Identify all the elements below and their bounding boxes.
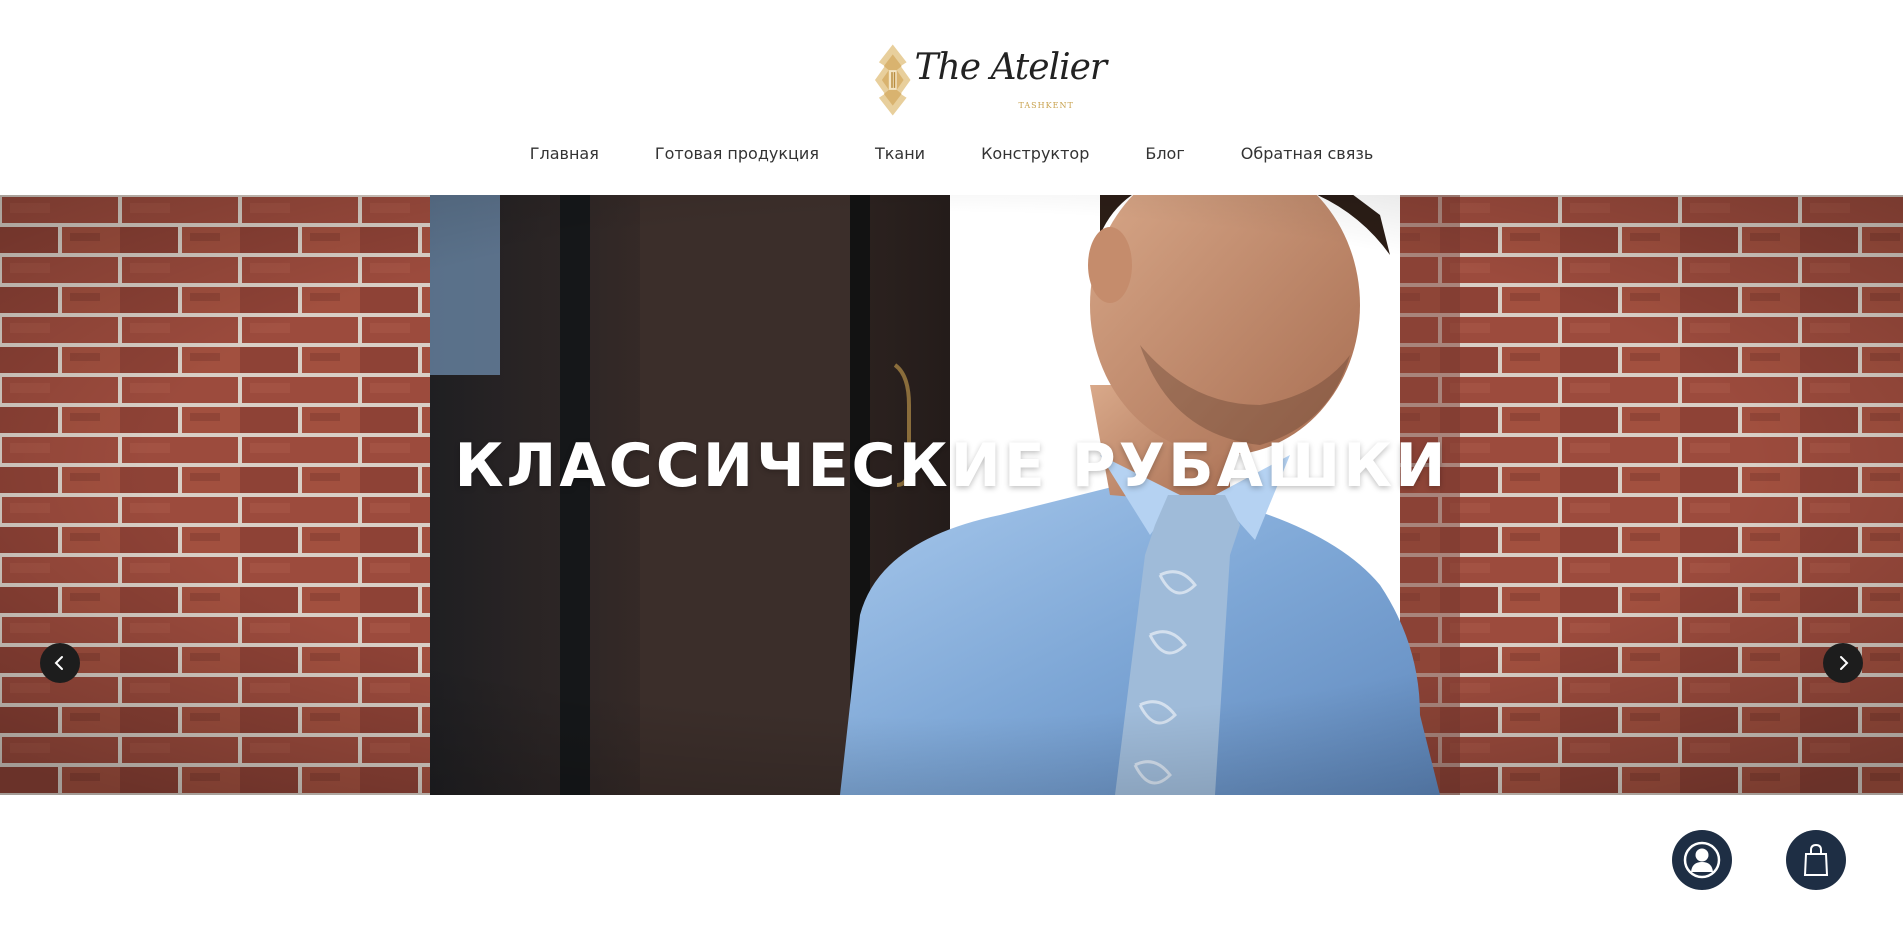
nav-item-constructor[interactable]: Конструктор bbox=[981, 143, 1089, 165]
logo-city: TASHKENT bbox=[1018, 101, 1074, 110]
hero-title: КЛАССИЧЕСКИЕ РУБАШКИ bbox=[454, 431, 1449, 501]
site-logo[interactable]: The Atelier TASHKENT bbox=[873, 40, 1108, 120]
cart-button[interactable] bbox=[1786, 830, 1846, 890]
slider-prev-button[interactable] bbox=[40, 643, 80, 683]
ikat-ornament-icon bbox=[874, 44, 911, 116]
shopping-bag-icon bbox=[1803, 843, 1829, 876]
hero-slider: КЛАССИЧЕСКИЕ РУБАШКИ bbox=[0, 195, 1903, 795]
logo-wordmark: The Atelier TASHKENT bbox=[915, 45, 1108, 115]
site-header: The Atelier TASHKENT Главная Готовая про… bbox=[0, 0, 1903, 195]
main-nav: Главная Готовая продукция Ткани Конструк… bbox=[0, 143, 1903, 165]
nav-item-home[interactable]: Главная bbox=[530, 143, 599, 165]
account-button[interactable] bbox=[1672, 830, 1732, 890]
slider-next-button[interactable] bbox=[1823, 643, 1863, 683]
nav-item-fabrics[interactable]: Ткани bbox=[875, 143, 925, 165]
nav-item-feedback[interactable]: Обратная связь bbox=[1241, 143, 1374, 165]
user-icon bbox=[1683, 841, 1721, 879]
chevron-right-icon bbox=[1840, 656, 1849, 670]
nav-item-ready-products[interactable]: Готовая продукция bbox=[655, 143, 819, 165]
nav-item-blog[interactable]: Блог bbox=[1145, 143, 1184, 165]
chevron-left-icon bbox=[54, 656, 63, 670]
logo-brand-name: The Atelier bbox=[914, 47, 1108, 88]
